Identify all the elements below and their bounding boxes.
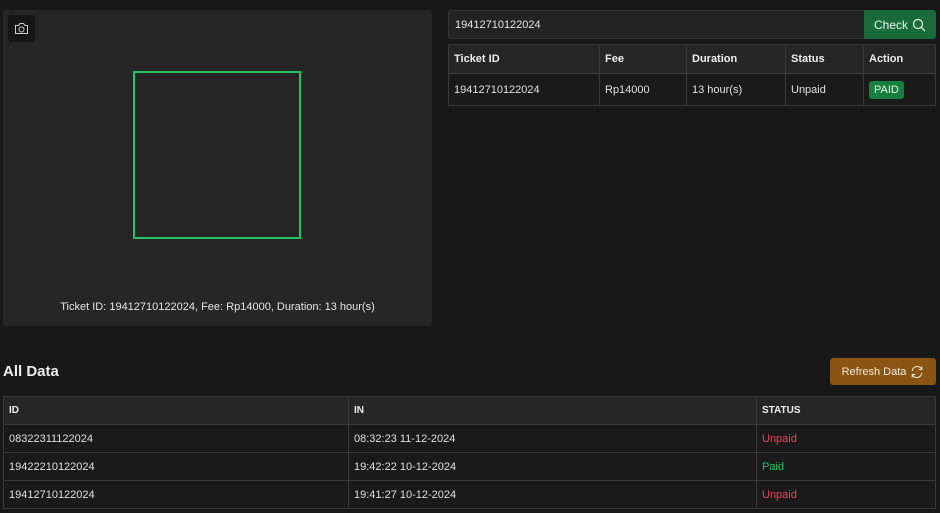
table-row: 19422210122024 19:42:22 10-12-2024 Paid bbox=[3, 452, 936, 481]
refresh-button-label: Refresh Data bbox=[841, 365, 907, 378]
ticket-id-cell: 19412710122024 bbox=[448, 73, 600, 106]
ticket-search-bar: Check bbox=[448, 10, 936, 39]
header-action: Action bbox=[863, 44, 936, 74]
fee-cell: Rp14000 bbox=[599, 73, 687, 106]
in-cell: 19:41:27 10-12-2024 bbox=[348, 480, 757, 509]
header-status: Status bbox=[785, 44, 864, 74]
id-cell: 19422210122024 bbox=[3, 452, 349, 481]
header-duration: Duration bbox=[686, 44, 786, 74]
switch-camera-button[interactable] bbox=[8, 15, 35, 42]
header-id: ID bbox=[3, 396, 349, 425]
table-row: 19412710122024 19:41:27 10-12-2024 Unpai… bbox=[3, 480, 936, 509]
action-cell: PAID bbox=[863, 73, 936, 106]
search-icon bbox=[912, 18, 926, 31]
status-cell: Paid bbox=[756, 452, 936, 481]
all-data-title: All Data bbox=[3, 363, 59, 380]
status-cell: Unpaid bbox=[785, 73, 864, 106]
mark-paid-button[interactable]: PAID bbox=[869, 80, 904, 99]
in-cell: 19:42:22 10-12-2024 bbox=[348, 452, 757, 481]
table-header-row: Ticket ID Fee Duration Status Action bbox=[448, 44, 936, 74]
header-fee: Fee bbox=[599, 44, 687, 74]
all-data-table: ID IN STATUS 08322311122024 08:32:23 11-… bbox=[3, 396, 936, 509]
status-cell: Unpaid bbox=[756, 424, 936, 453]
ticket-id-input[interactable] bbox=[448, 10, 864, 39]
table-header-row: ID IN STATUS bbox=[3, 396, 936, 425]
status-cell: Unpaid bbox=[756, 480, 936, 509]
header-in: IN bbox=[348, 396, 757, 425]
camera-icon bbox=[15, 23, 28, 34]
scan-frame bbox=[133, 71, 301, 239]
refresh-data-button[interactable]: Refresh Data bbox=[830, 358, 936, 385]
in-cell: 08:32:23 11-12-2024 bbox=[348, 424, 757, 453]
header-ticket-id: Ticket ID bbox=[448, 44, 600, 74]
id-cell: 08322311122024 bbox=[3, 424, 349, 453]
ticket-result-table: Ticket ID Fee Duration Status Action 194… bbox=[448, 44, 936, 106]
header-status: STATUS bbox=[756, 396, 936, 425]
check-button[interactable]: Check bbox=[864, 10, 936, 39]
id-cell: 19412710122024 bbox=[3, 480, 349, 509]
table-row: 08322311122024 08:32:23 11-12-2024 Unpai… bbox=[3, 424, 936, 453]
check-button-label: Check bbox=[873, 17, 908, 32]
table-row: 19412710122024 Rp14000 13 hour(s) Unpaid… bbox=[448, 73, 936, 106]
duration-cell: 13 hour(s) bbox=[686, 73, 786, 106]
scan-result-text: Ticket ID: 19412710122024, Fee: Rp14000,… bbox=[60, 301, 375, 313]
refresh-icon bbox=[912, 365, 923, 378]
scanner-panel: Ticket ID: 19412710122024, Fee: Rp14000,… bbox=[3, 10, 432, 326]
